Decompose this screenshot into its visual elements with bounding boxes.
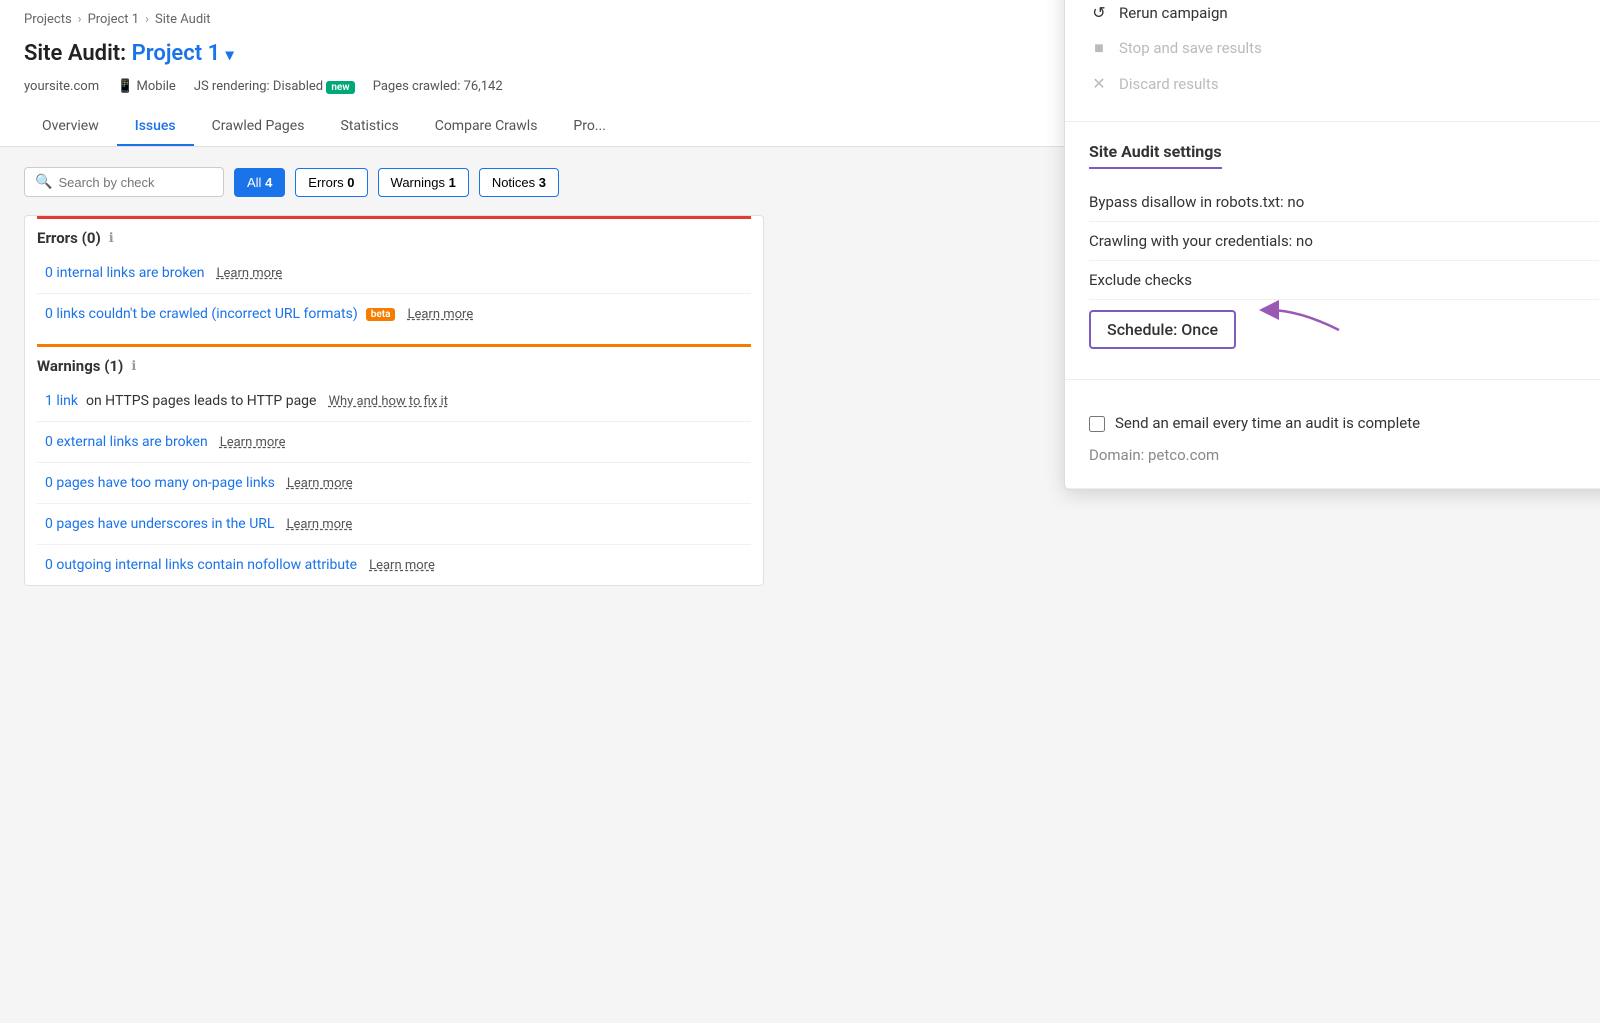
issue-external-links[interactable]: 0 external links are broken [45,434,208,450]
issue-row: 0 pages have underscores in the URL Lear… [37,504,751,545]
breadcrumb-projects[interactable]: Projects [24,12,72,27]
why-how-to-fix[interactable]: Why and how to fix it [328,394,448,409]
discard-results-label: Discard results [1119,75,1219,93]
email-label: Send an email every time an audit is com… [1115,414,1420,432]
schedule-box[interactable]: Schedule: Once [1089,310,1236,349]
errors-title: Errors (0) [37,229,101,247]
tab-statistics[interactable]: Statistics [322,108,416,146]
search-icon: 🔍 [35,174,52,190]
issue-row: 0 external links are broken Learn more [37,422,751,463]
warnings-title: Warnings (1) [37,357,123,375]
filter-warnings-button[interactable]: Warnings 1 [378,168,469,197]
new-badge: new [326,81,354,94]
email-section: Send an email every time an audit is com… [1065,380,1600,489]
issue-https-http[interactable]: 1 link [45,393,78,409]
device-label: 📱 Mobile [117,79,176,94]
discard-icon: ✕ [1089,74,1109,93]
email-checkbox[interactable] [1089,416,1105,432]
issue-links-not-crawled[interactable]: 0 links couldn't be crawled (incorrect U… [45,306,358,322]
setting-exclude-checks: Exclude checks [1089,261,1599,300]
rerun-campaign-label: Rerun campaign [1119,4,1228,22]
tab-issues[interactable]: Issues [117,108,194,146]
warnings-section: Warnings (1) ℹ 1 link on HTTPS pages lea… [25,344,763,585]
issue-row: 0 internal links are broken Learn more [37,253,751,294]
setting-credentials: Crawling with your credentials: no [1089,222,1599,261]
setting-schedule: Schedule: Once [1089,300,1599,359]
js-rendering-label: JS rendering: Disabled new [194,79,355,94]
pages-crawled-label: Pages crawled: 76,142 [373,79,503,94]
domain-label: Domain: petco.com [1089,438,1599,468]
tab-pro[interactable]: Pro... [555,108,624,146]
discard-results-menu-item: ✕ Discard results [1089,66,1599,101]
stop-save-menu-item: ■ Stop and save results [1089,30,1599,66]
tab-overview[interactable]: Overview [24,108,117,146]
learn-more-underscores[interactable]: Learn more [286,517,352,532]
breadcrumb-project1[interactable]: Project 1 [88,12,140,27]
project-dropdown-icon[interactable]: ▾ [226,45,234,64]
learn-more-nofollow[interactable]: Learn more [369,558,435,573]
search-input[interactable] [58,175,213,190]
beta-badge: beta [366,308,396,321]
main-content: 🔍 All 4 Errors 0 Warnings 1 Notices 3 Er… [0,147,1600,606]
issue-https-http-text: on HTTPS pages leads to HTTP page [86,393,316,409]
rerun-campaign-icon: ↺ [1089,3,1109,22]
rerun-campaign-menu-item[interactable]: ↺ Rerun campaign [1089,0,1599,30]
issues-container: Errors (0) ℹ 0 internal links are broken… [24,215,764,586]
filter-all-button[interactable]: All 4 [234,168,285,197]
search-box[interactable]: 🔍 [24,167,224,197]
breadcrumb-site-audit: Site Audit [155,12,211,27]
errors-header: Errors (0) ℹ [37,216,751,253]
page-title: Site Audit: Project 1 ▾ [24,41,234,66]
warnings-info-icon[interactable]: ℹ [131,359,136,374]
tab-compare-crawls[interactable]: Compare Crawls [417,108,556,146]
manage-section: Manage Site Audit ↺ Rerun campaign ■ Sto… [1065,0,1600,122]
warnings-header: Warnings (1) ℹ [37,344,751,381]
issue-internal-links-broken[interactable]: 0 internal links are broken [45,265,204,281]
domain-label: yoursite.com [24,79,99,94]
issue-nofollow[interactable]: 0 outgoing internal links contain nofoll… [45,557,357,573]
issue-row: 0 pages have too many on-page links Lear… [37,463,751,504]
learn-more-links-not-crawled[interactable]: Learn more [407,307,473,322]
settings-section: Site Audit settings Bypass disallow in r… [1065,122,1600,380]
filter-errors-button[interactable]: Errors 0 [295,168,367,197]
stop-icon: ■ [1089,38,1109,58]
learn-more-on-page-links[interactable]: Learn more [287,476,353,491]
tab-crawled-pages[interactable]: Crawled Pages [194,108,323,146]
errors-info-icon[interactable]: ℹ [109,231,114,246]
issue-row: 1 link on HTTPS pages leads to HTTP page… [37,381,751,422]
stop-save-label: Stop and save results [1119,39,1262,57]
learn-more-internal-links[interactable]: Learn more [216,266,282,281]
settings-subtitle: Site Audit settings [1089,142,1222,169]
issue-on-page-links[interactable]: 0 pages have too many on-page links [45,475,275,491]
breadcrumb-sep-2: › [145,12,149,27]
issue-row: 0 links couldn't be crawled (incorrect U… [37,294,751,334]
issue-underscores[interactable]: 0 pages have underscores in the URL [45,516,274,532]
project-name-link[interactable]: Project 1 [132,41,221,66]
email-checkbox-row: Send an email every time an audit is com… [1089,400,1599,438]
warnings-count: (1) [104,357,123,375]
issue-row: 0 outgoing internal links contain nofoll… [37,545,751,585]
learn-more-external-links[interactable]: Learn more [220,435,286,450]
errors-count: (0) [82,229,101,247]
filter-notices-button[interactable]: Notices 3 [479,168,559,197]
breadcrumb-sep-1: › [78,12,82,27]
errors-section: Errors (0) ℹ 0 internal links are broken… [25,216,763,334]
setting-bypass: Bypass disallow in robots.txt: no [1089,183,1599,222]
manage-panel: Manage Site Audit ↺ Rerun campaign ■ Sto… [1064,0,1600,490]
